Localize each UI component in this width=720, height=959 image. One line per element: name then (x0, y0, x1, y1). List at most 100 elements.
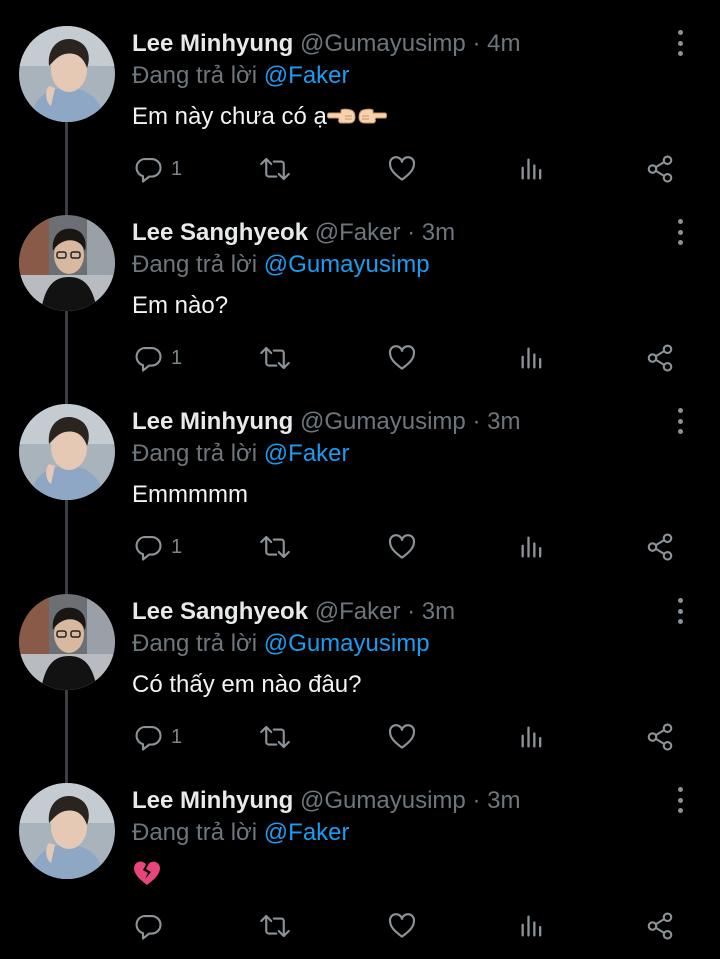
bar-chart-icon (521, 347, 542, 369)
avatar[interactable] (19, 215, 115, 311)
avatar[interactable] (19, 783, 115, 879)
like-button[interactable] (387, 720, 417, 754)
retweet-icon (260, 535, 290, 559)
views-button[interactable] (518, 152, 546, 186)
heart-icon (388, 534, 416, 559)
views-button[interactable] (518, 341, 546, 375)
tweet[interactable]: Lee Sanghyeok @Faker · 3m Đang trả lời @… (0, 568, 720, 757)
reply-count: 1 (171, 157, 183, 180)
reply-icon (135, 725, 162, 751)
timestamp[interactable]: 3m (487, 408, 520, 435)
separator: · (407, 219, 416, 246)
more-options-icon[interactable] (668, 219, 692, 245)
reply-thread: Lee Minhyung @Gumayusimp · 4m Đang trả l… (0, 0, 720, 959)
retweet-button[interactable] (258, 341, 292, 375)
views-button[interactable] (518, 530, 546, 564)
mention-link[interactable]: @Faker (264, 62, 350, 89)
mention-link[interactable]: @Gumayusimp (264, 630, 430, 657)
reply-button[interactable]: 1 (133, 720, 182, 754)
mention-link[interactable]: @Faker (264, 440, 350, 467)
replying-to: Đang trả lời @Faker (132, 818, 350, 848)
timestamp[interactable]: 3m (422, 219, 455, 246)
reply-icon (135, 535, 162, 561)
like-button[interactable] (387, 341, 417, 375)
pointing-left-hand-icon (326, 104, 357, 136)
tweet-text: Em này chưa có ạ (132, 102, 387, 136)
replying-to-label: Đang trả lời (132, 251, 258, 278)
display-name[interactable]: Lee Minhyung (132, 408, 293, 435)
like-button[interactable] (387, 152, 417, 186)
display-name[interactable]: Lee Sanghyeok (132, 598, 308, 625)
more-options-icon[interactable] (668, 30, 692, 56)
timestamp[interactable]: 3m (487, 787, 520, 814)
bar-chart-icon (521, 726, 542, 748)
mention-link[interactable]: @Gumayusimp (264, 251, 430, 278)
username[interactable]: @Gumayusimp (300, 408, 466, 435)
views-button[interactable] (518, 720, 546, 754)
share-icon (647, 155, 673, 183)
share-button[interactable] (645, 530, 675, 564)
reply-count: 1 (171, 535, 183, 558)
username[interactable]: @Gumayusimp (300, 30, 466, 57)
tweet-text: Có thấy em nào đâu? (132, 671, 362, 698)
share-icon (647, 533, 673, 561)
separator: · (472, 787, 481, 814)
retweet-button[interactable] (258, 152, 292, 186)
reply-count: 1 (171, 346, 183, 369)
display-name[interactable]: Lee Sanghyeok (132, 219, 308, 246)
tweet-text: Em nào? (132, 292, 229, 319)
username[interactable]: @Faker (315, 598, 401, 625)
more-options-icon[interactable] (668, 598, 692, 624)
reply-button[interactable] (133, 909, 163, 943)
replying-to: Đang trả lời @Faker (132, 61, 350, 91)
share-icon (647, 912, 673, 940)
like-button[interactable] (387, 530, 417, 564)
retweet-icon (260, 346, 290, 370)
tweet-actions: 1 (0, 341, 720, 375)
views-button[interactable] (518, 909, 546, 943)
avatar[interactable] (19, 26, 115, 122)
retweet-button[interactable] (258, 530, 292, 564)
tweet[interactable]: Lee Minhyung @Gumayusimp · 4m Đang trả l… (0, 0, 720, 189)
like-button[interactable] (387, 909, 417, 943)
display-name[interactable]: Lee Minhyung (132, 787, 293, 814)
broken-heart-icon (132, 859, 162, 895)
tweet[interactable]: Lee Sanghyeok @Faker · 3m Đang trả lời @… (0, 189, 720, 378)
share-icon (647, 723, 673, 751)
replying-to: Đang trả lời @Faker (132, 439, 350, 469)
reply-button[interactable]: 1 (133, 152, 182, 186)
heart-icon (388, 156, 416, 181)
share-button[interactable] (645, 341, 675, 375)
retweet-button[interactable] (258, 720, 292, 754)
more-options-icon[interactable] (668, 787, 692, 813)
separator: · (472, 30, 481, 57)
reply-button[interactable]: 1 (133, 341, 182, 375)
bar-chart-icon (521, 158, 542, 180)
replying-to-label: Đang trả lời (132, 440, 258, 467)
avatar[interactable] (19, 594, 115, 690)
replying-to-label: Đang trả lời (132, 62, 258, 89)
more-options-icon[interactable] (668, 408, 692, 434)
reply-button[interactable]: 1 (133, 530, 182, 564)
heart-icon (388, 345, 416, 370)
username[interactable]: @Faker (315, 219, 401, 246)
tweet-actions: 1 (0, 530, 720, 564)
display-name[interactable]: Lee Minhyung (132, 30, 293, 57)
share-icon (647, 344, 673, 372)
username[interactable]: @Gumayusimp (300, 787, 466, 814)
tweet-header: Lee Minhyung @Gumayusimp · 4m (132, 29, 520, 59)
tweet-text-content: Em này chưa có ạ (132, 103, 327, 130)
share-button[interactable] (645, 720, 675, 754)
timestamp[interactable]: 4m (487, 30, 520, 57)
tweet[interactable]: Lee Minhyung @Gumayusimp · 3m Đang trả l… (0, 378, 720, 567)
tweet-actions: 1 (0, 152, 720, 186)
share-button[interactable] (645, 152, 675, 186)
tweet[interactable]: Lee Minhyung @Gumayusimp · 3m Đang trả l… (0, 757, 720, 946)
timestamp[interactable]: 3m (422, 598, 455, 625)
bar-chart-icon (521, 915, 542, 937)
mention-link[interactable]: @Faker (264, 819, 350, 846)
share-button[interactable] (645, 909, 675, 943)
bar-chart-icon (521, 536, 542, 558)
retweet-button[interactable] (258, 909, 292, 943)
avatar[interactable] (19, 404, 115, 500)
